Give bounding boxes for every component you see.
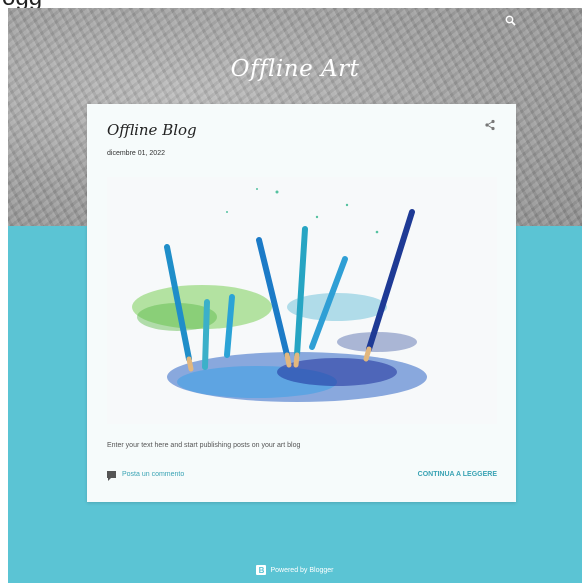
search-button[interactable] bbox=[504, 14, 518, 28]
share-button[interactable] bbox=[483, 118, 497, 132]
footer: B Powered by Blogger bbox=[8, 565, 582, 575]
post-date: dicembre 01, 2022 bbox=[107, 150, 165, 157]
blog-title[interactable]: Offline Art bbox=[8, 56, 582, 82]
read-more-link[interactable]: CONTINUA A LEGGERE bbox=[418, 471, 497, 478]
comment-icon bbox=[107, 471, 116, 481]
powered-by-link[interactable]: Powered by Blogger bbox=[270, 567, 333, 574]
search-icon bbox=[505, 15, 516, 26]
comment-link-label: Posta un commento bbox=[122, 471, 185, 478]
blog-page: Offline Art Offline Blog dicembre 01, 20… bbox=[8, 8, 582, 583]
post-snippet: Enter your text here and start publishin… bbox=[107, 442, 301, 449]
blogger-icon[interactable]: B bbox=[256, 565, 267, 575]
browser-top-strip: ogg bbox=[0, 0, 582, 10]
post-image-colored-pencils[interactable] bbox=[107, 177, 497, 424]
share-icon bbox=[485, 119, 495, 131]
comment-link[interactable]: Posta un commento bbox=[107, 471, 185, 481]
post-title[interactable]: Offline Blog bbox=[107, 121, 197, 139]
post-card: Offline Blog dicembre 01, 2022 Enter you… bbox=[87, 104, 516, 502]
